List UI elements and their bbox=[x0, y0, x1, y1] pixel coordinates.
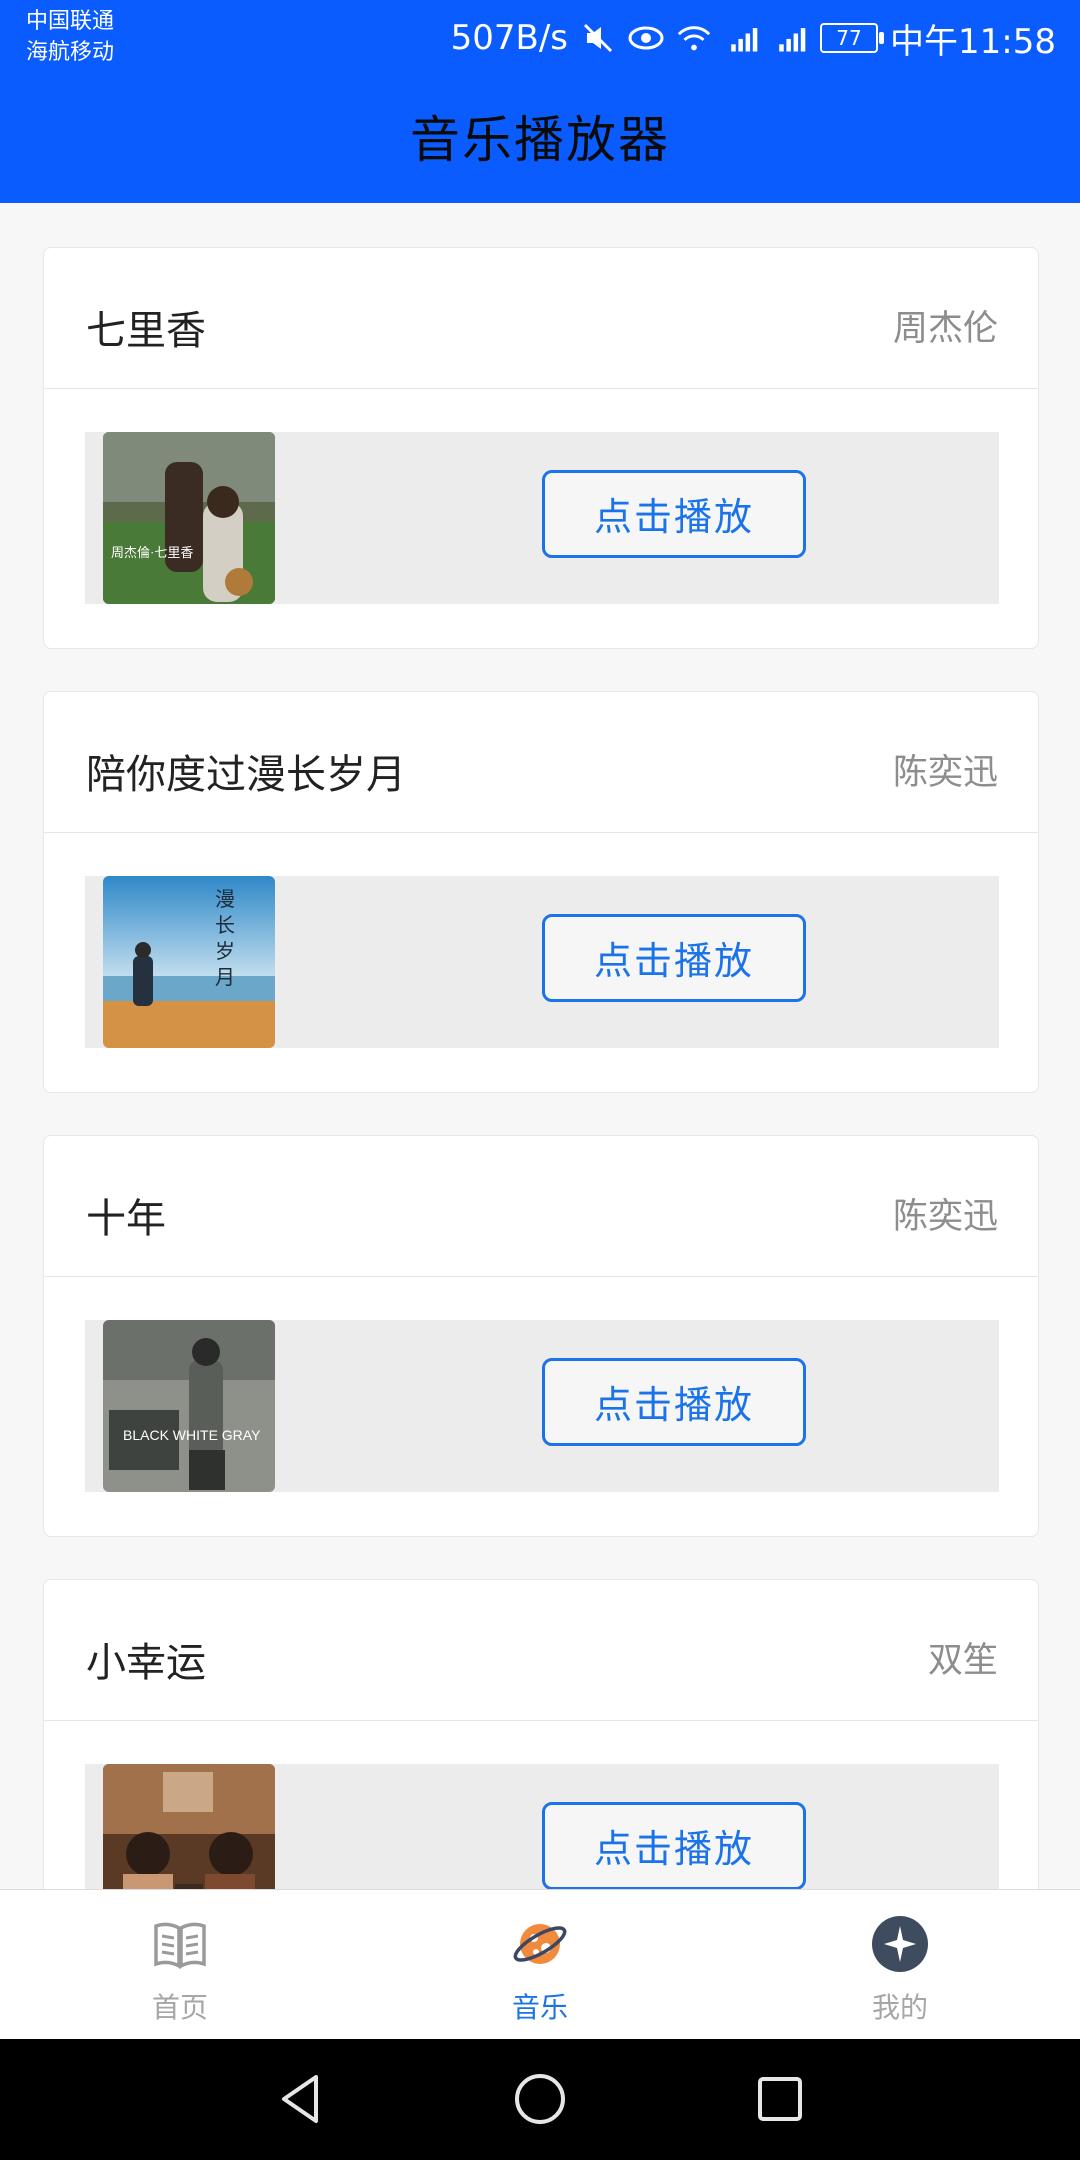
song-card: 十年 陈奕迅 BLACK WHITE GRAY 点击播放 bbox=[43, 1135, 1039, 1537]
home-icon[interactable] bbox=[510, 2069, 570, 2129]
mute-icon bbox=[580, 20, 616, 56]
player-area: BLACK WHITE GRAY 点击播放 bbox=[85, 1320, 999, 1492]
svg-text:岁: 岁 bbox=[215, 940, 235, 963]
network-speed: 507B/s bbox=[450, 18, 569, 58]
system-nav-bar bbox=[0, 2039, 1080, 2160]
tab-home-label: 首页 bbox=[151, 1991, 208, 2024]
carrier-1: 中国联通 bbox=[26, 9, 115, 34]
song-card: 陪你度过漫长岁月 陈奕迅 漫 长 岁 月 点击播放 bbox=[43, 691, 1039, 1093]
back-icon[interactable] bbox=[270, 2069, 330, 2129]
song-card: 小幸运 双笙 点击播放 bbox=[43, 1579, 1039, 1889]
song-title: 十年 bbox=[86, 1196, 166, 1242]
airplane-icon bbox=[870, 1914, 930, 1974]
song-artist: 陈奕迅 bbox=[892, 1197, 998, 1237]
song-artist: 周杰伦 bbox=[892, 309, 998, 349]
svg-text:月: 月 bbox=[215, 967, 235, 989]
song-title: 小幸运 bbox=[86, 1640, 206, 1686]
page-title: 音乐播放器 bbox=[410, 111, 670, 169]
status-icons: 507B/s 77 中午11:58 bbox=[451, 14, 1056, 62]
recents-icon[interactable] bbox=[750, 2069, 810, 2129]
tab-mine-label: 我的 bbox=[871, 1991, 928, 2024]
player-area: 周杰倫·七里香 点击播放 bbox=[85, 432, 999, 604]
play-button[interactable]: 点击播放 bbox=[542, 1802, 806, 1889]
album-cover: 周杰倫·七里香 bbox=[103, 432, 275, 604]
clock: 中午11:58 bbox=[890, 21, 1056, 62]
play-button[interactable]: 点击播放 bbox=[542, 914, 806, 1002]
svg-text:BLACK WHITE GRAY: BLACK WHITE GRAY bbox=[123, 1427, 261, 1443]
book-icon bbox=[150, 1914, 210, 1974]
play-button[interactable]: 点击播放 bbox=[542, 1358, 806, 1446]
song-artist: 双笙 bbox=[927, 1641, 998, 1681]
song-artist: 陈奕迅 bbox=[892, 753, 998, 793]
player-area: 漫 长 岁 月 点击播放 bbox=[85, 876, 999, 1048]
play-button[interactable]: 点击播放 bbox=[542, 470, 806, 558]
song-card-header: 小幸运 双笙 bbox=[44, 1580, 1038, 1721]
song-card-header: 十年 陈奕迅 bbox=[44, 1136, 1038, 1277]
signal-2g-icon bbox=[772, 20, 808, 56]
song-list[interactable]: 七里香 周杰伦 周杰倫·七里香 点击播放 陪你度过漫长岁月 陈奕迅 漫 长 岁 … bbox=[0, 203, 1080, 1889]
album-cover bbox=[103, 1764, 275, 1889]
planet-icon bbox=[510, 1914, 570, 1974]
tab-home[interactable]: 首页 bbox=[0, 1890, 360, 2040]
top-app-bar: 中国联通 海航移动 507B/s 77 中午11:58 音乐播放器 bbox=[0, 0, 1080, 203]
song-title: 七里香 bbox=[86, 308, 206, 354]
bottom-tab-bar: 首页 音乐 我的 bbox=[0, 1889, 1080, 2040]
svg-text:周杰倫·七里香: 周杰倫·七里香 bbox=[111, 545, 193, 560]
svg-text:长: 长 bbox=[215, 914, 235, 937]
album-cover: BLACK WHITE GRAY bbox=[103, 1320, 275, 1492]
song-card-header: 陪你度过漫长岁月 陈奕迅 bbox=[44, 692, 1038, 833]
tab-mine[interactable]: 我的 bbox=[720, 1890, 1080, 2040]
album-cover: 漫 长 岁 月 bbox=[103, 876, 275, 1048]
tab-music[interactable]: 音乐 bbox=[360, 1890, 720, 2040]
battery-icon: 77 bbox=[820, 23, 885, 53]
song-card-header: 七里香 周杰伦 bbox=[44, 248, 1038, 389]
player-area: 点击播放 bbox=[85, 1764, 999, 1889]
signal-4g-icon bbox=[724, 20, 760, 56]
eye-icon bbox=[628, 20, 664, 56]
carrier-2: 海航移动 bbox=[26, 40, 115, 65]
svg-text:漫: 漫 bbox=[215, 888, 235, 911]
wifi-icon bbox=[676, 20, 712, 56]
song-title: 陪你度过漫长岁月 bbox=[86, 752, 406, 798]
carrier-info: 中国联通 海航移动 bbox=[26, 6, 114, 68]
song-card: 七里香 周杰伦 周杰倫·七里香 点击播放 bbox=[43, 247, 1039, 649]
tab-music-label: 音乐 bbox=[511, 1991, 568, 2024]
